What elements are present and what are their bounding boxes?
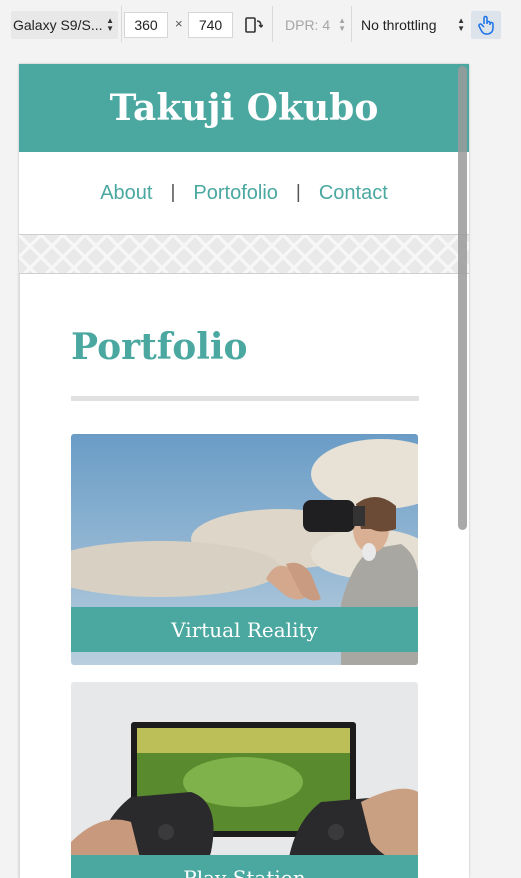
height-input[interactable]: 740 <box>188 12 233 38</box>
select-arrows-icon: ▲ ▼ <box>106 16 114 33</box>
nav-link-about[interactable]: About <box>100 182 152 205</box>
touch-toggle-button[interactable] <box>471 11 501 39</box>
nav-link-portfolio[interactable]: Portofolio <box>193 182 278 205</box>
device-select-label: Galaxy S9/S... <box>13 17 103 33</box>
select-arrows-icon: ▲ ▼ <box>338 16 346 33</box>
section-divider <box>71 396 419 401</box>
decorative-pattern-band <box>19 234 469 274</box>
dpr-label: DPR: 4 <box>285 17 331 33</box>
toolbar-divider <box>351 6 352 42</box>
portfolio-card-vr[interactable]: Virtual Reality <box>71 434 418 665</box>
toolbar-divider <box>272 6 273 42</box>
device-select[interactable]: Galaxy S9/S... ▲ ▼ <box>11 11 118 39</box>
rotate-button[interactable] <box>238 11 268 39</box>
dpr-select[interactable]: DPR: 4 ▲ ▼ <box>279 11 349 39</box>
site-title: Takuji Okubo <box>109 87 379 129</box>
times-sign: × <box>175 16 183 31</box>
playstation-photo <box>71 682 418 878</box>
rotate-icon <box>245 17 263 33</box>
toolbar-divider <box>121 6 122 42</box>
viewport-scrollbar[interactable] <box>458 66 467 530</box>
throttling-label: No throttling <box>361 17 437 33</box>
device-viewport: Takuji Okubo About | Portofolio | Contac… <box>19 64 469 878</box>
card-label: Virtual Reality <box>71 607 418 652</box>
site-header: Takuji Okubo <box>19 64 469 152</box>
select-arrows-icon: ▲ ▼ <box>457 16 465 33</box>
card-label: Play Station <box>71 855 418 878</box>
throttling-select[interactable]: No throttling ▲ ▼ <box>355 11 467 39</box>
main-content: Portfolio Virtual Reality Play Station <box>19 274 469 878</box>
nav-separator: | <box>295 182 301 203</box>
devtools-toolbar: Galaxy S9/S... ▲ ▼ 360 × 740 DPR: 4 ▲ ▼ No… <box>0 0 521 50</box>
nav-separator: | <box>170 182 176 203</box>
nav-link-contact[interactable]: Contact <box>319 182 388 205</box>
width-input[interactable]: 360 <box>124 12 168 38</box>
portfolio-card-playstation[interactable]: Play Station <box>71 682 418 878</box>
site-nav: About | Portofolio | Contact <box>19 152 469 234</box>
section-title: Portfolio <box>71 326 248 368</box>
touch-icon <box>478 15 494 35</box>
